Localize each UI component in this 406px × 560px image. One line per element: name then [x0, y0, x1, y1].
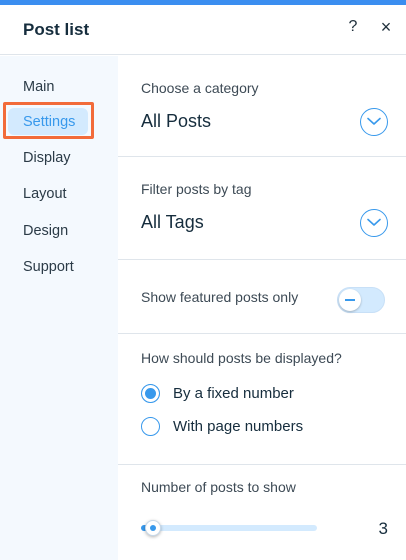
- category-dropdown-button[interactable]: [360, 108, 388, 136]
- sidebar-item-settings[interactable]: Settings: [0, 107, 118, 137]
- chevron-down-icon: [367, 117, 381, 125]
- display-mode-section: How should posts be displayed? By a fixe…: [118, 334, 406, 465]
- category-label: Choose a category: [141, 80, 259, 96]
- sidebar-item-label: Main: [23, 79, 55, 95]
- posts-count-section: Number of posts to show 3: [118, 465, 406, 560]
- sidebar-item-label: Settings: [23, 114, 76, 130]
- sidebar-item-layout[interactable]: Layout: [0, 179, 118, 209]
- posts-count-label: Number of posts to show: [141, 479, 296, 495]
- posts-count-value: 3: [378, 519, 388, 538]
- radio-button[interactable]: [141, 417, 160, 436]
- toggle-knob: [339, 289, 361, 311]
- sidebar: Main Settings Display Layout Design Supp…: [0, 56, 118, 560]
- sidebar-item-label: Design: [23, 223, 69, 239]
- tags-section: Filter posts by tag All Tags: [118, 157, 406, 260]
- display-mode-label: How should posts be displayed?: [141, 350, 342, 366]
- panel-header: Post list ? ×: [0, 5, 406, 55]
- chevron-down-icon: [367, 218, 381, 226]
- tags-dropdown-button[interactable]: [360, 209, 388, 237]
- sidebar-item-main[interactable]: Main: [0, 72, 118, 102]
- sidebar-item-label: Support: [23, 259, 74, 275]
- sidebar-item-label: Display: [23, 150, 71, 166]
- featured-toggle[interactable]: [337, 287, 385, 313]
- featured-section: Show featured posts only: [118, 260, 406, 334]
- category-section: Choose a category All Posts: [118, 56, 406, 157]
- sidebar-item-display[interactable]: Display: [0, 143, 118, 173]
- posts-count-slider-track[interactable]: [141, 525, 317, 531]
- sidebar-item-support[interactable]: Support: [0, 252, 118, 282]
- sidebar-item-label: Layout: [23, 186, 67, 202]
- radio-label: By a fixed number: [173, 385, 294, 402]
- help-button[interactable]: ?: [346, 18, 360, 36]
- slider-thumb[interactable]: [145, 520, 161, 536]
- sidebar-item-design[interactable]: Design: [0, 216, 118, 246]
- tags-value[interactable]: All Tags: [141, 212, 204, 233]
- radio-button-checked[interactable]: [141, 384, 160, 403]
- close-button[interactable]: ×: [377, 17, 395, 37]
- category-value[interactable]: All Posts: [141, 111, 211, 132]
- radio-label: With page numbers: [173, 418, 304, 435]
- featured-label: Show featured posts only: [141, 289, 299, 305]
- settings-panel: Choose a category All Posts Filter posts…: [118, 56, 406, 560]
- panel-title: Post list: [23, 20, 90, 39]
- tags-label: Filter posts by tag: [141, 181, 252, 197]
